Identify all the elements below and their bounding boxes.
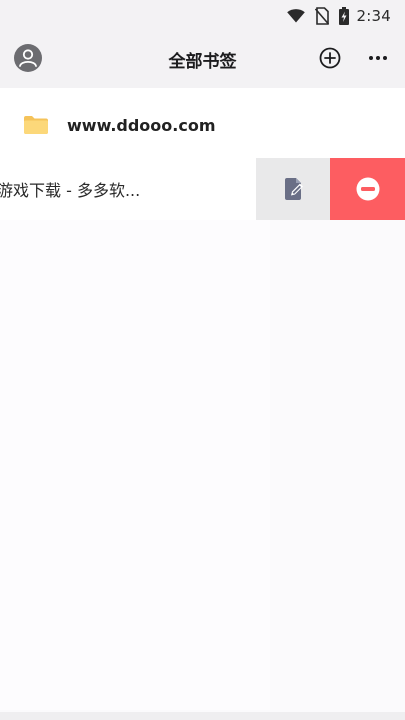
bookmarks-screen: 2:34 全部书签 www.ddooo.com 游戏下载 - 多多软...: [0, 0, 405, 720]
add-circle-icon[interactable]: [319, 47, 341, 69]
bookmark-list: www.ddooo.com 游戏下载 - 多多软...: [0, 88, 405, 720]
status-icons: 2:34: [286, 6, 391, 26]
delete-button[interactable]: [330, 158, 405, 220]
bookmark-label[interactable]: 游戏下载 - 多多软...: [0, 177, 162, 201]
edit-button[interactable]: [256, 158, 330, 220]
edit-icon: [283, 177, 305, 201]
delete-icon: [356, 177, 380, 201]
status-time: 2:34: [356, 7, 391, 25]
more-icon[interactable]: [366, 50, 390, 66]
wifi-icon: [286, 9, 305, 23]
top-bar: 全部书签: [0, 32, 405, 88]
folder-icon: [23, 115, 49, 135]
folder-row[interactable]: www.ddooo.com: [0, 88, 405, 158]
bookmark-row[interactable]: 游戏下载 - 多多软...: [0, 158, 405, 220]
no-sim-icon: [314, 7, 329, 25]
bottom-edge: [0, 712, 405, 720]
folder-label: www.ddooo.com: [67, 116, 216, 135]
status-bar: 2:34: [0, 0, 405, 32]
page-title: 全部书签: [168, 52, 237, 72]
battery-charging-icon: [338, 7, 349, 25]
